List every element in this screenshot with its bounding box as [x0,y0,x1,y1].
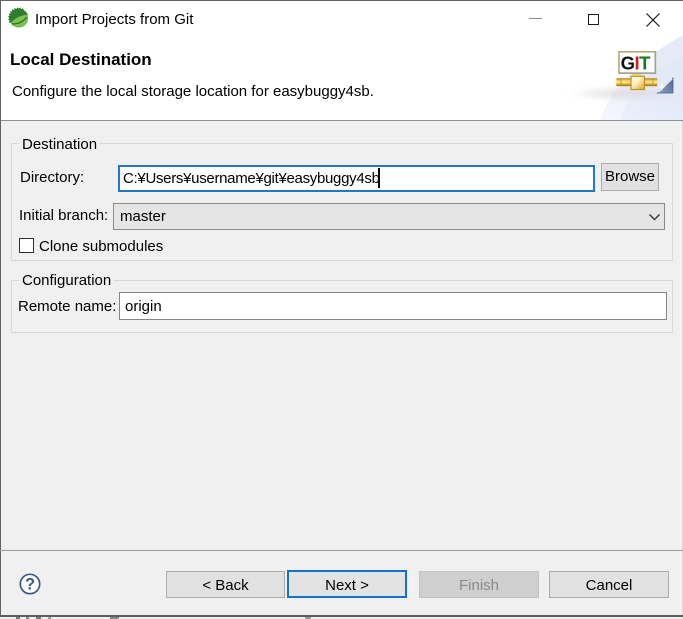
svg-text:?: ? [25,576,35,594]
svg-text:GIT: GIT [621,52,652,73]
